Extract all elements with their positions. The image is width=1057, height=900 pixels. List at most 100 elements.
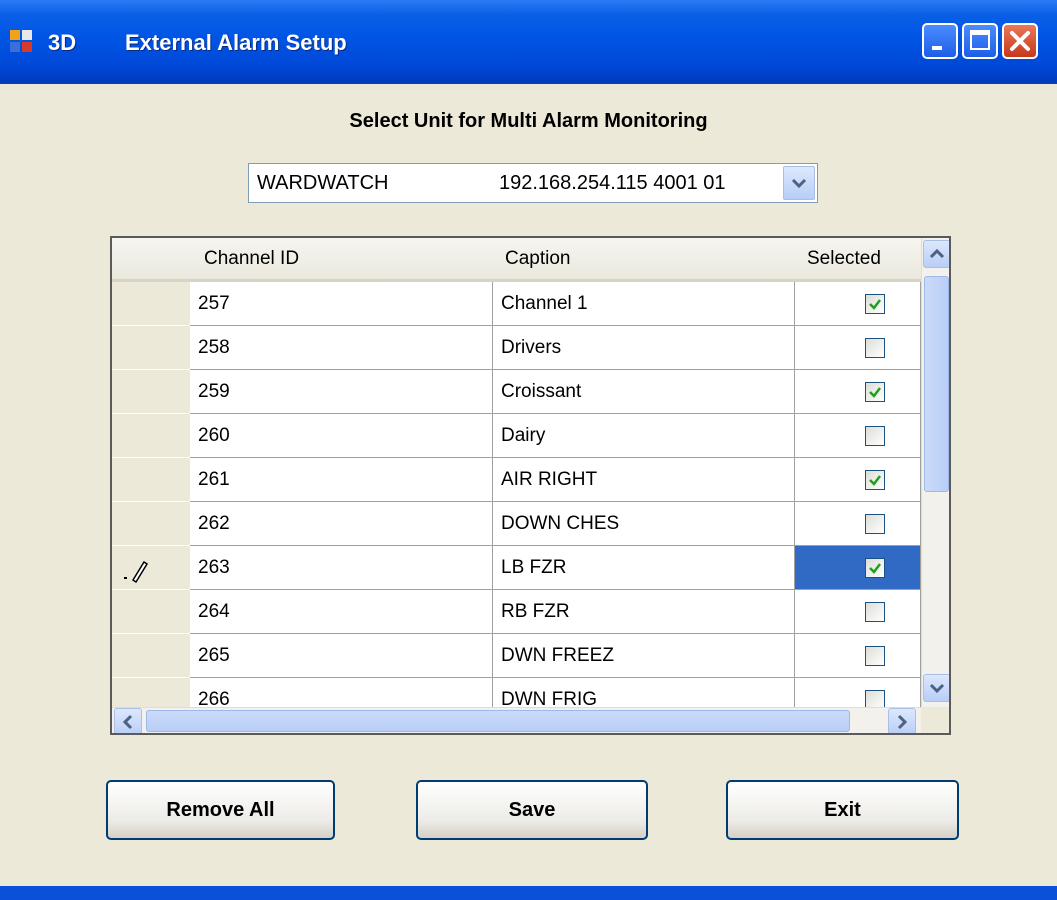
- vertical-scroll-thumb[interactable]: [924, 276, 949, 492]
- cell-channel-id[interactable]: 264: [190, 590, 493, 634]
- row-header[interactable]: [112, 414, 190, 458]
- cell-selected[interactable]: [795, 326, 921, 370]
- unit-address: 192.168.254.115 4001 01: [499, 172, 726, 194]
- chevron-down-icon: [929, 683, 945, 694]
- row-header[interactable]: [112, 458, 190, 502]
- selected-checkbox[interactable]: [865, 294, 885, 314]
- channel-id-text: 257: [198, 293, 230, 314]
- cell-caption[interactable]: Croissant: [493, 370, 795, 414]
- maximize-icon: [970, 30, 990, 50]
- close-button[interactable]: [1002, 23, 1038, 59]
- caption-text: RB FZR: [501, 601, 570, 622]
- selected-checkbox[interactable]: [865, 646, 885, 666]
- channel-id-text: 261: [198, 469, 230, 490]
- column-header-caption[interactable]: Caption: [493, 238, 795, 282]
- channel-id-text: 264: [198, 601, 230, 622]
- cell-channel-id[interactable]: 265: [190, 634, 493, 678]
- cell-selected[interactable]: [795, 414, 921, 458]
- cell-caption[interactable]: LB FZR: [493, 546, 795, 590]
- dropdown-button[interactable]: [783, 166, 815, 200]
- cell-caption[interactable]: RB FZR: [493, 590, 795, 634]
- remove-all-button[interactable]: Remove All: [106, 780, 335, 840]
- save-button[interactable]: Save: [416, 780, 648, 840]
- cell-caption[interactable]: DOWN CHES: [493, 502, 795, 546]
- row-header[interactable]: [112, 546, 190, 590]
- scroll-down-button[interactable]: [923, 674, 949, 702]
- unit-select-dropdown[interactable]: WARDWATCH 192.168.254.115 4001 01: [248, 163, 818, 203]
- column-header-selected[interactable]: Selected: [795, 238, 921, 282]
- caption-text: Channel 1: [501, 293, 588, 314]
- cell-caption[interactable]: DWN FREEZ: [493, 634, 795, 678]
- horizontal-scrollbar[interactable]: [112, 707, 921, 733]
- row-header[interactable]: [112, 502, 190, 546]
- caption-text: DOWN CHES: [501, 513, 620, 534]
- scroll-left-button[interactable]: [114, 708, 142, 733]
- maximize-button[interactable]: [962, 23, 998, 59]
- scroll-up-button[interactable]: [923, 240, 949, 268]
- cell-caption[interactable]: Drivers: [493, 326, 795, 370]
- cell-caption[interactable]: AIR RIGHT: [493, 458, 795, 502]
- pencil-edit-icon: [124, 560, 149, 584]
- selected-checkbox[interactable]: [865, 382, 885, 402]
- cell-selected[interactable]: [795, 458, 921, 502]
- unit-name: WARDWATCH: [257, 172, 389, 194]
- exit-button[interactable]: Exit: [726, 780, 959, 840]
- caption-text: LB FZR: [501, 557, 567, 578]
- row-header[interactable]: [112, 634, 190, 678]
- external-alarm-setup-window: 3D External Alarm Setup Select Unit for …: [0, 0, 1057, 900]
- cell-channel-id[interactable]: 259: [190, 370, 493, 414]
- chevron-down-icon: [791, 178, 807, 189]
- cell-caption[interactable]: Channel 1: [493, 282, 795, 326]
- row-header[interactable]: [112, 590, 190, 634]
- close-icon: [1010, 31, 1030, 51]
- chevron-right-icon: [897, 714, 908, 730]
- scroll-right-button[interactable]: [888, 708, 916, 733]
- checkmark-icon: [869, 299, 881, 310]
- selected-checkbox[interactable]: [865, 338, 885, 358]
- window-bottom-border: [0, 886, 1057, 900]
- cell-channel-id[interactable]: 261: [190, 458, 493, 502]
- title-bar[interactable]: 3D External Alarm Setup: [0, 0, 1057, 84]
- chevron-up-icon: [929, 248, 945, 259]
- row-header-corner: [112, 238, 190, 282]
- caption-text: Drivers: [501, 337, 562, 358]
- checkmark-icon: [869, 563, 881, 574]
- checkmark-icon: [869, 475, 881, 486]
- row-header[interactable]: [112, 326, 190, 370]
- cell-selected[interactable]: [795, 590, 921, 634]
- channel-id-text: 260: [198, 425, 230, 446]
- cell-selected[interactable]: [795, 282, 921, 326]
- row-header[interactable]: [112, 282, 190, 326]
- cell-selected[interactable]: [795, 546, 921, 590]
- column-header-channel-id[interactable]: Channel ID: [190, 238, 493, 282]
- cell-channel-id[interactable]: 260: [190, 414, 493, 458]
- window-title: External Alarm Setup: [125, 30, 347, 55]
- selected-checkbox[interactable]: [865, 514, 885, 534]
- cell-selected[interactable]: [795, 634, 921, 678]
- cell-channel-id[interactable]: 258: [190, 326, 493, 370]
- caption-text: Croissant: [501, 381, 582, 402]
- cell-caption[interactable]: Dairy: [493, 414, 795, 458]
- window-title-prefix: 3D: [48, 30, 77, 55]
- horizontal-scroll-thumb[interactable]: [146, 710, 850, 732]
- cell-channel-id[interactable]: 262: [190, 502, 493, 546]
- minimize-button[interactable]: [922, 23, 958, 59]
- vertical-scrollbar[interactable]: [921, 238, 949, 707]
- minimize-icon: [932, 46, 942, 50]
- channel-id-text: 258: [198, 337, 230, 358]
- selected-checkbox[interactable]: [865, 470, 885, 490]
- caption-text: Dairy: [501, 425, 546, 446]
- chevron-left-icon: [122, 714, 133, 730]
- cell-selected[interactable]: [795, 370, 921, 414]
- cell-channel-id[interactable]: 257: [190, 282, 493, 326]
- cell-selected[interactable]: [795, 502, 921, 546]
- selected-checkbox[interactable]: [865, 602, 885, 622]
- channel-id-text: 262: [198, 513, 230, 534]
- checkmark-icon: [869, 387, 881, 398]
- selected-checkbox[interactable]: [865, 558, 885, 578]
- selected-checkbox[interactable]: [865, 426, 885, 446]
- channel-grid[interactable]: Channel ID Caption Selected 257 Channel 1…: [110, 236, 951, 735]
- row-header[interactable]: [112, 370, 190, 414]
- page-heading: Select Unit for Multi Alarm Monitoring: [349, 110, 708, 132]
- cell-channel-id[interactable]: 263: [190, 546, 493, 590]
